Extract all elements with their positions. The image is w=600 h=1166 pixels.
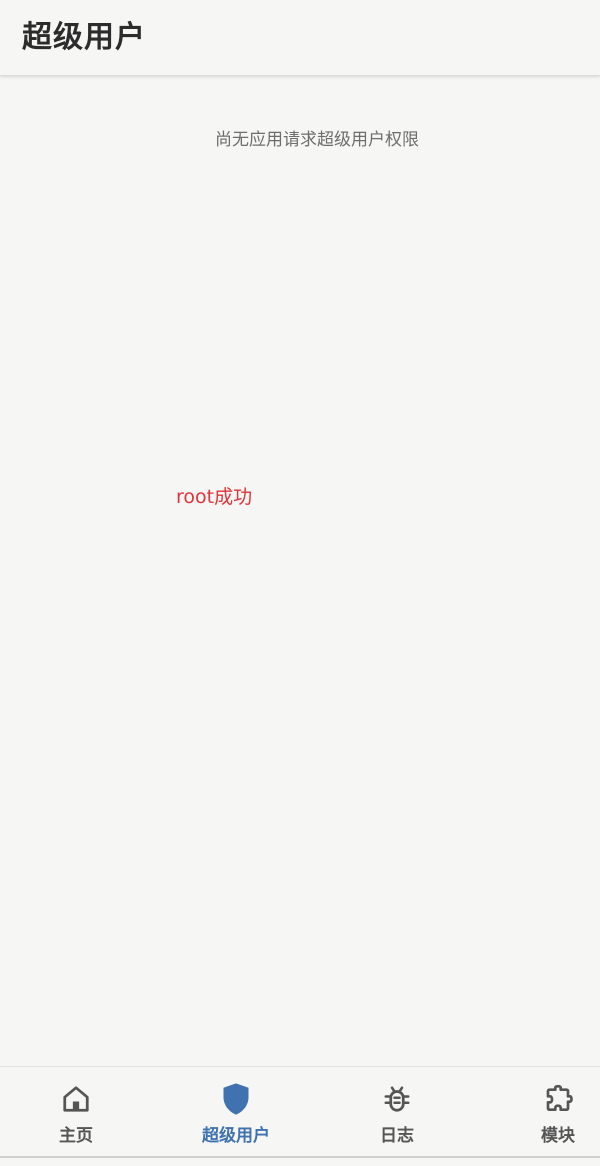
bug-icon — [381, 1083, 413, 1115]
empty-state-message: 尚无应用请求超级用户权限 — [215, 130, 419, 150]
bottom-navigation: 主页 超级用户 日志 模块 — [0, 1066, 600, 1156]
app-root: 超级用户 尚无应用请求超级用户权限 root成功 主页 超级用户 日志 模块 — [0, 0, 600, 1166]
top-app-bar: 超级用户 — [0, 0, 600, 76]
nav-item-modules-label: 模块 — [541, 1126, 575, 1146]
nav-item-superuser[interactable]: 超级用户 — [176, 1067, 296, 1157]
nav-item-superuser-label: 超级用户 — [202, 1126, 270, 1146]
nav-item-home-label: 主页 — [59, 1126, 93, 1146]
puzzle-icon — [542, 1083, 574, 1115]
nav-item-modules[interactable]: 模块 — [498, 1067, 600, 1157]
shield-icon — [220, 1083, 252, 1115]
page-title: 超级用户 — [22, 20, 146, 55]
gesture-bar-divider — [0, 1156, 600, 1158]
home-icon — [60, 1083, 92, 1115]
nav-item-log[interactable]: 日志 — [337, 1067, 457, 1157]
root-success-toast: root成功 — [176, 486, 253, 508]
nav-item-home[interactable]: 主页 — [16, 1067, 136, 1157]
nav-item-log-label: 日志 — [380, 1126, 414, 1146]
